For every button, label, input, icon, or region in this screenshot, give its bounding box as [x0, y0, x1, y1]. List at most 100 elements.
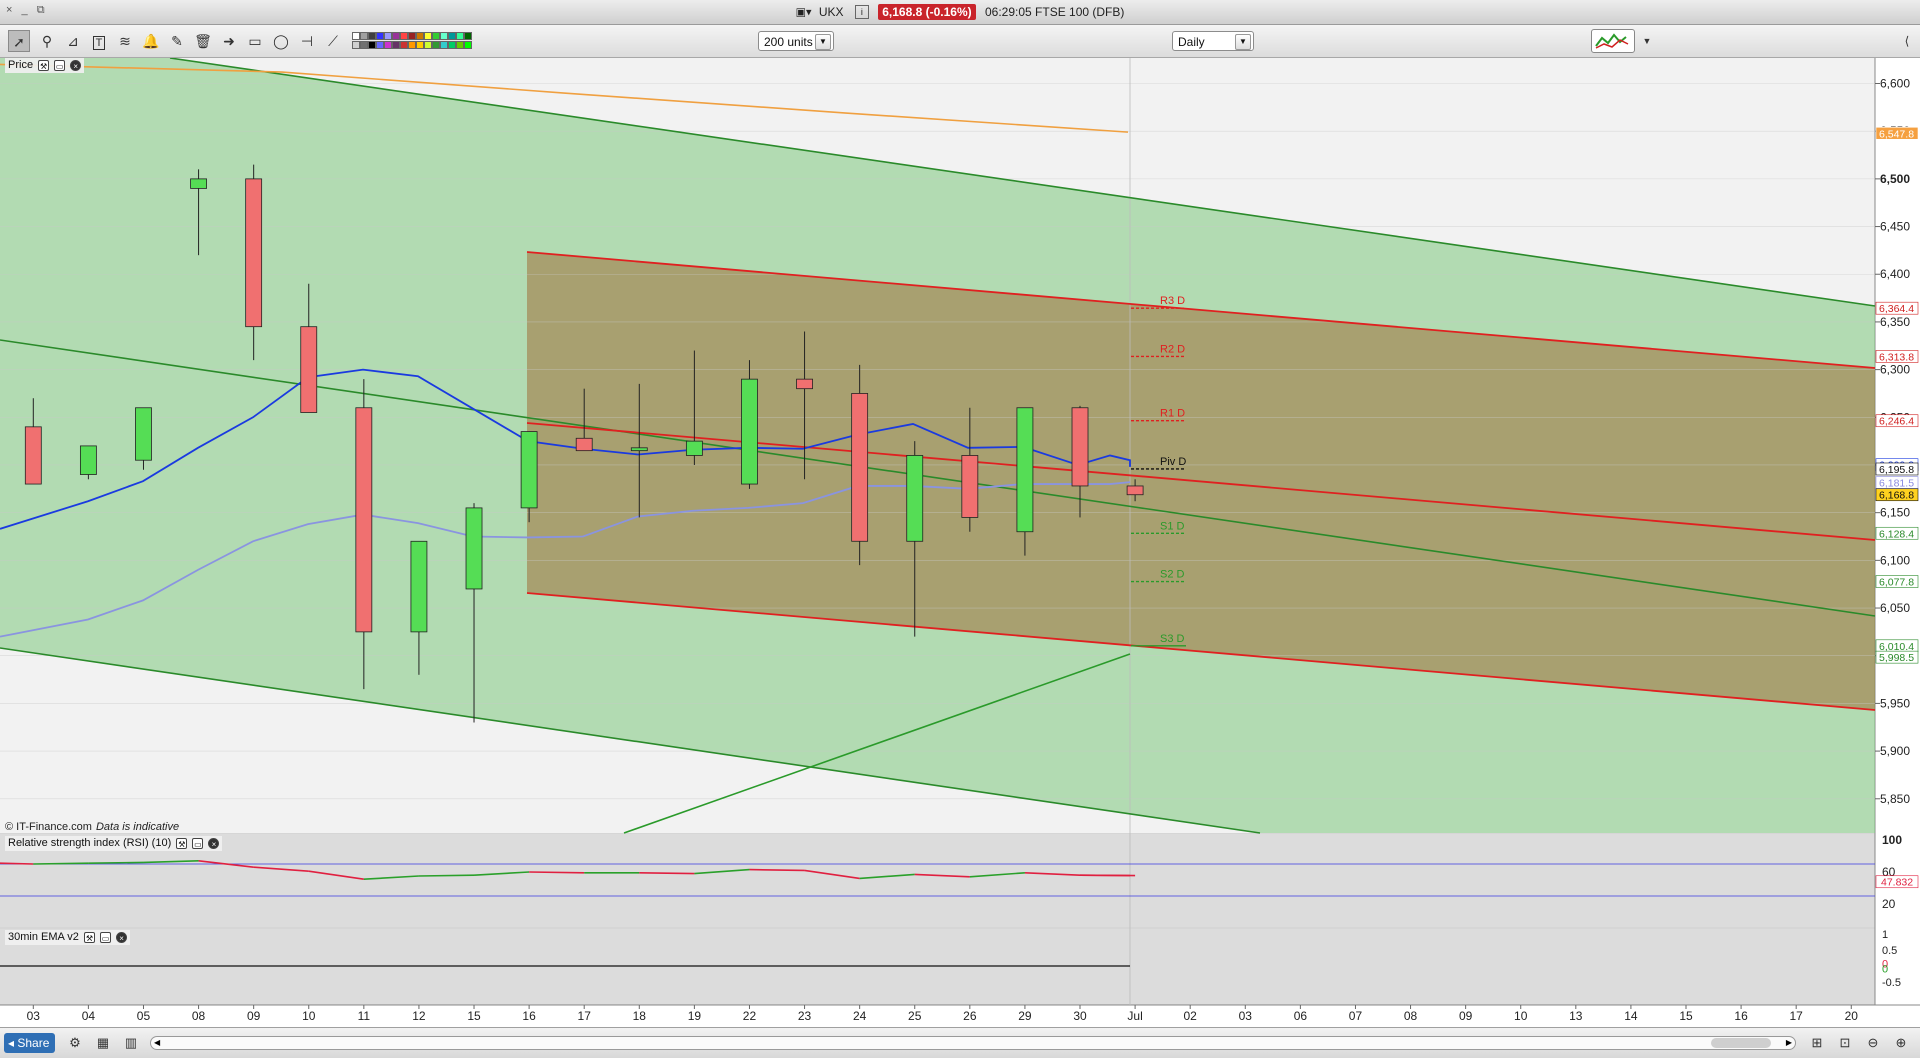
candle-body: [25, 427, 41, 484]
color-swatch[interactable]: [400, 32, 408, 40]
scale-icon[interactable]: ⊞: [1808, 1034, 1826, 1052]
chart-area[interactable]: R3 DR2 DR1 DPiv DS1 DS2 DS3 D6,6006,5506…: [0, 58, 1920, 1027]
color-swatch[interactable]: [424, 41, 432, 49]
time-scrollbar[interactable]: ◀ ▶: [150, 1036, 1796, 1050]
color-swatch[interactable]: [440, 41, 448, 49]
zoom-out-icon[interactable]: ⊖: [1864, 1034, 1882, 1052]
y-tick-label: 6,450: [1880, 220, 1910, 234]
wrench-icon[interactable]: ⚒: [176, 838, 187, 849]
maximize-panel-icon[interactable]: ▭: [192, 838, 203, 849]
magnifier-icon[interactable]: ⚲: [36, 30, 58, 52]
y-tick-label: 6,600: [1880, 77, 1910, 91]
color-swatch[interactable]: [384, 41, 392, 49]
arrow-icon[interactable]: ➜: [218, 30, 240, 52]
color-swatch[interactable]: [408, 32, 416, 40]
chevron-down-icon[interactable]: ▼: [1235, 34, 1251, 50]
title-time-instrument: 06:29:05 FTSE 100 (DFB): [985, 5, 1124, 19]
instrument-icon[interactable]: ▣▾: [796, 6, 812, 18]
color-swatch[interactable]: [400, 41, 408, 49]
color-swatch[interactable]: [416, 32, 424, 40]
alert-bell-icon[interactable]: 🔔: [140, 30, 162, 52]
crosshair-line-icon[interactable]: ⊣: [296, 30, 318, 52]
x-tick-label: 06: [1294, 1009, 1308, 1023]
trash-icon[interactable]: 🗑: [192, 30, 214, 52]
candle-body: [1017, 408, 1033, 532]
x-tick-label: 10: [1514, 1009, 1528, 1023]
x-tick-label: 22: [743, 1009, 757, 1023]
color-swatch[interactable]: [384, 32, 392, 40]
ema-tick-label: -0.5: [1882, 977, 1901, 989]
interval-select[interactable]: Daily ▼: [1172, 31, 1254, 51]
color-swatch[interactable]: [456, 41, 464, 49]
fibonacci-icon[interactable]: ≋: [114, 30, 136, 52]
color-swatch[interactable]: [456, 32, 464, 40]
wrench-icon[interactable]: ⚒: [84, 932, 95, 943]
color-swatch[interactable]: [464, 32, 472, 40]
info-icon[interactable]: i: [855, 5, 869, 19]
grid-icon[interactable]: ▦: [94, 1034, 112, 1052]
color-swatch[interactable]: [360, 41, 368, 49]
candle-body: [631, 448, 647, 451]
rectangle-icon[interactable]: ▭: [244, 30, 266, 52]
scroll-right-icon[interactable]: ▶: [1786, 1037, 1792, 1049]
color-swatch[interactable]: [448, 32, 456, 40]
y-tick-label: 5,850: [1880, 792, 1910, 806]
candles-icon[interactable]: ▥: [122, 1034, 140, 1052]
rsi-segment: [639, 873, 694, 874]
color-swatch[interactable]: [416, 41, 424, 49]
bottom-toolbar: ◂ Share ⚙ ▦ ▥ ◀ ▶ ⊞ ⊡ ⊖ ⊕: [0, 1027, 1920, 1058]
color-swatch[interactable]: [440, 32, 448, 40]
maximize-panel-icon[interactable]: ▭: [100, 932, 111, 943]
trendline-icon[interactable]: ⟋: [322, 30, 344, 52]
color-swatch[interactable]: [392, 41, 400, 49]
color-swatch[interactable]: [352, 41, 360, 49]
scroll-thumb[interactable]: [1711, 1038, 1771, 1048]
candle-body: [1127, 486, 1143, 495]
color-swatch[interactable]: [464, 41, 472, 49]
y-tick-label: 5,900: [1880, 744, 1910, 758]
color-swatch[interactable]: [368, 32, 376, 40]
close-panel-icon[interactable]: ×: [70, 60, 81, 71]
sidebar-toggle-icon[interactable]: ⟨: [1896, 30, 1918, 52]
layout-icon[interactable]: ⚙: [66, 1034, 84, 1052]
color-swatch[interactable]: [392, 32, 400, 40]
candle-body: [962, 455, 978, 517]
pivot-label: S1 D: [1160, 520, 1185, 532]
color-swatch[interactable]: [448, 41, 456, 49]
chart-type-button[interactable]: [1591, 29, 1635, 53]
ticker-label: UKX: [819, 5, 844, 19]
color-swatch[interactable]: [360, 32, 368, 40]
color-swatch[interactable]: [376, 32, 384, 40]
pointer-icon[interactable]: ➚: [8, 30, 30, 52]
maximize-panel-icon[interactable]: ▭: [54, 60, 65, 71]
x-tick-label: 08: [192, 1009, 206, 1023]
candle-body: [741, 379, 757, 484]
color-swatch[interactable]: [376, 41, 384, 49]
magic-wand-icon[interactable]: ✎: [166, 30, 188, 52]
color-swatch[interactable]: [432, 32, 440, 40]
text-icon[interactable]: T: [88, 30, 110, 52]
wrench-icon[interactable]: ⚒: [38, 60, 49, 71]
color-swatch[interactable]: [424, 32, 432, 40]
color-swatch[interactable]: [408, 41, 416, 49]
color-swatch[interactable]: [432, 41, 440, 49]
x-tick-label: 09: [247, 1009, 261, 1023]
color-swatch[interactable]: [368, 41, 376, 49]
color-swatch[interactable]: [352, 32, 360, 40]
x-tick-label: 15: [1679, 1009, 1693, 1023]
lasso-icon[interactable]: ◯: [270, 30, 292, 52]
chart-settings-icon[interactable]: ⊿: [62, 30, 84, 52]
x-tick-label: 03: [27, 1009, 41, 1023]
x-tick-label: 11: [358, 1009, 371, 1023]
close-panel-icon[interactable]: ×: [116, 932, 127, 943]
scroll-left-icon[interactable]: ◀: [154, 1037, 160, 1049]
chart-type-chevron-icon[interactable]: ▼: [1636, 30, 1658, 52]
close-panel-icon[interactable]: ×: [208, 838, 219, 849]
share-button[interactable]: ◂ Share: [4, 1033, 55, 1053]
candle-body: [356, 408, 372, 632]
zoom-in-icon[interactable]: ⊕: [1892, 1034, 1910, 1052]
zoom-fit-icon[interactable]: ⊡: [1836, 1034, 1854, 1052]
units-select[interactable]: 200 units ▼: [758, 31, 834, 51]
chevron-down-icon[interactable]: ▼: [815, 34, 831, 50]
pivot-label: S3 D: [1160, 633, 1185, 645]
